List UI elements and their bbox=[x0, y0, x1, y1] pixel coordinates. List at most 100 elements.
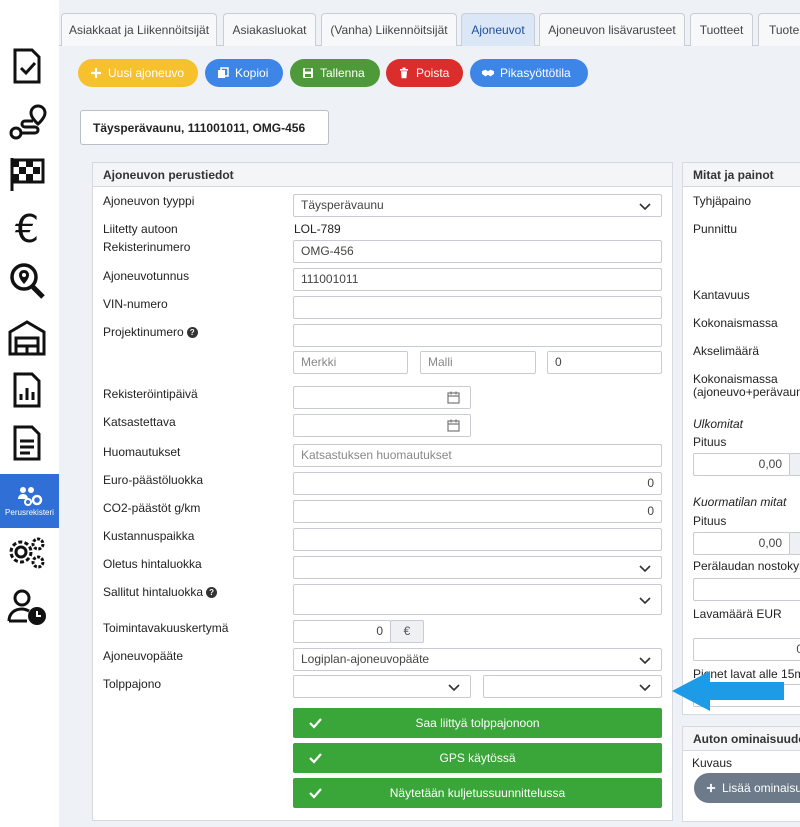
help-icon[interactable]: ? bbox=[206, 587, 218, 599]
cargo-length-input[interactable]: 0,00 bbox=[693, 532, 790, 555]
vehicle-type-select[interactable]: Täysperävaunu bbox=[293, 194, 662, 217]
tailgate-input[interactable] bbox=[693, 578, 800, 601]
chevron-down-icon bbox=[448, 684, 460, 692]
left-navigation-rail: € Perusrekisteri bbox=[0, 0, 59, 827]
sidebar-item-label: Perusrekisteri bbox=[5, 508, 54, 517]
brand-input[interactable]: Merkki bbox=[293, 351, 408, 374]
checklist-document-icon[interactable] bbox=[5, 44, 49, 88]
save-button[interactable]: Tallenna bbox=[290, 59, 380, 87]
tab-ajoneuvon-lisavarusteet[interactable]: Ajoneuvon lisävarusteet bbox=[539, 13, 685, 46]
type-label: Ajoneuvon tyyppi bbox=[103, 194, 195, 208]
cost-center-label: Kustannuspaikka bbox=[103, 529, 195, 543]
year-input[interactable]: 0 bbox=[547, 351, 662, 374]
trash-icon bbox=[400, 67, 408, 79]
registration-input[interactable]: OMG-456 bbox=[293, 240, 662, 263]
tab-tuotteet[interactable]: Tuotteet bbox=[690, 13, 753, 46]
vehicle-id-label: Ajoneuvotunnus bbox=[103, 269, 190, 283]
combo-mass-label: Kokonaismassa bbox=[693, 372, 778, 386]
location-search-icon[interactable] bbox=[5, 259, 49, 303]
sidebar-item-perusrekisteri[interactable]: Perusrekisteri bbox=[0, 474, 59, 528]
tab-tuoter[interactable]: Tuoter bbox=[758, 13, 800, 46]
vin-input[interactable] bbox=[293, 296, 662, 319]
chevron-down-icon bbox=[639, 597, 651, 605]
reg-label: Rekisterinumero bbox=[103, 240, 191, 254]
pallets-input[interactable]: 0 bbox=[693, 638, 800, 661]
queue-label: Tolppajono bbox=[103, 677, 162, 691]
tab-vanha-liikennoitsijat[interactable]: (Vanha) Liikennöitsijät bbox=[321, 13, 457, 46]
axles-label: Akselimäärä bbox=[693, 344, 760, 358]
svg-text:€: € bbox=[15, 208, 39, 248]
tab-asiakasluokat[interactable]: Asiakasluokat bbox=[223, 13, 316, 46]
allowed-price-select[interactable] bbox=[293, 584, 662, 615]
gps-toggle-button[interactable]: GPS käytössä bbox=[293, 743, 662, 773]
floppy-disk-icon bbox=[303, 68, 313, 78]
help-icon[interactable]: ? bbox=[186, 327, 198, 339]
settings-gears-icon[interactable] bbox=[5, 530, 49, 574]
outer-length-input[interactable]: 0,00 bbox=[693, 453, 790, 476]
annotation-arrow-icon bbox=[672, 671, 784, 711]
insurance-input[interactable]: 0 bbox=[293, 620, 391, 643]
plus-icon bbox=[706, 783, 716, 793]
queue-select-2[interactable] bbox=[483, 675, 662, 698]
tab-ajoneuvot[interactable]: Ajoneuvot bbox=[461, 13, 535, 46]
warehouse-icon[interactable] bbox=[5, 315, 49, 359]
add-feature-button[interactable]: Lisää ominaisu bbox=[694, 773, 800, 803]
check-icon bbox=[309, 788, 322, 799]
linked-label: Liitetty autoon bbox=[103, 222, 178, 236]
euro-icon[interactable]: € bbox=[5, 206, 49, 250]
regdate-input[interactable] bbox=[293, 386, 471, 409]
checkered-flag-icon[interactable] bbox=[5, 152, 49, 196]
total-mass-label: Kokonaismassa bbox=[693, 316, 778, 330]
queue-toggle-button[interactable]: Saa liittyä tolppajonoon bbox=[293, 708, 662, 738]
features-desc-label: Kuvaus bbox=[692, 756, 733, 770]
vin-label: VIN-numero bbox=[103, 297, 168, 311]
basic-info-heading: Ajoneuvon perustiedot bbox=[93, 163, 672, 187]
chevron-down-icon bbox=[639, 684, 651, 692]
euro-class-input[interactable]: 0 bbox=[293, 472, 662, 495]
project-input[interactable] bbox=[293, 324, 662, 347]
delete-button[interactable]: Poista bbox=[386, 59, 463, 87]
outer-dims-heading: Ulkomitat bbox=[693, 417, 744, 431]
unit-addon bbox=[789, 532, 800, 555]
capacity-label: Kantavuus bbox=[693, 288, 750, 302]
euro-class-label: Euro-päästöluokka bbox=[103, 473, 204, 487]
model-input[interactable]: Malli bbox=[420, 351, 536, 374]
calendar-icon bbox=[447, 391, 460, 404]
length-label: Pituus bbox=[693, 435, 727, 449]
route-icon[interactable] bbox=[5, 100, 49, 144]
check-icon bbox=[309, 718, 322, 729]
copy-icon bbox=[218, 67, 229, 78]
co2-label: CO2-päästöt g/km bbox=[103, 501, 201, 515]
notes-input[interactable]: Katsastuksen huomautukset bbox=[293, 444, 662, 467]
tab-asiakkaat[interactable]: Asiakkaat ja Liikennöitsijät bbox=[61, 13, 217, 46]
report-chart-icon[interactable] bbox=[5, 368, 49, 412]
default-price-select[interactable] bbox=[293, 556, 662, 579]
empty-weight-label: Tyhjäpaino bbox=[693, 194, 752, 208]
copy-button[interactable]: Kopioi bbox=[205, 59, 283, 87]
co2-input[interactable]: 0 bbox=[293, 500, 662, 523]
regdate-label: Rekisteröintipäivä bbox=[103, 387, 198, 401]
terminal-label: Ajoneuvopääte bbox=[103, 649, 184, 663]
user-clock-icon[interactable] bbox=[5, 585, 49, 629]
inspect-date-input[interactable] bbox=[293, 414, 471, 437]
selected-vehicle-title: Täysperävaunu, 111001011, OMG-456 bbox=[80, 110, 329, 145]
cargo-dims-heading: Kuormatilan mitat bbox=[693, 495, 787, 509]
plus-icon bbox=[91, 68, 101, 78]
allowed-price-label: Sallitut hintaluokka? bbox=[103, 585, 218, 599]
quick-entry-button[interactable]: Pikasyöttötila bbox=[470, 59, 588, 87]
tab-bar: Asiakkaat ja Liikennöitsijät Asiakasluok… bbox=[59, 13, 800, 46]
inspect-label: Katsastettava bbox=[103, 415, 176, 429]
combo-mass-label-2: (ajoneuvo+perävaun bbox=[693, 385, 800, 399]
new-vehicle-button[interactable]: Uusi ajoneuvo bbox=[78, 59, 198, 87]
terminal-select[interactable]: Logiplan-ajoneuvopääte bbox=[293, 648, 662, 671]
cost-center-input[interactable] bbox=[293, 528, 662, 551]
gears-people-icon bbox=[17, 487, 42, 506]
chevron-down-icon bbox=[639, 203, 651, 211]
features-heading: Auton ominaisuude bbox=[683, 727, 800, 751]
queue-select-1[interactable] bbox=[293, 675, 471, 698]
vehicle-id-input[interactable]: 111001011 bbox=[293, 268, 662, 291]
planning-toggle-button[interactable]: Näytetään kuljetussuunnittelussa bbox=[293, 778, 662, 808]
linked-value: LOL-789 bbox=[294, 222, 341, 236]
document-list-icon[interactable] bbox=[5, 421, 49, 465]
calendar-icon bbox=[447, 419, 460, 432]
